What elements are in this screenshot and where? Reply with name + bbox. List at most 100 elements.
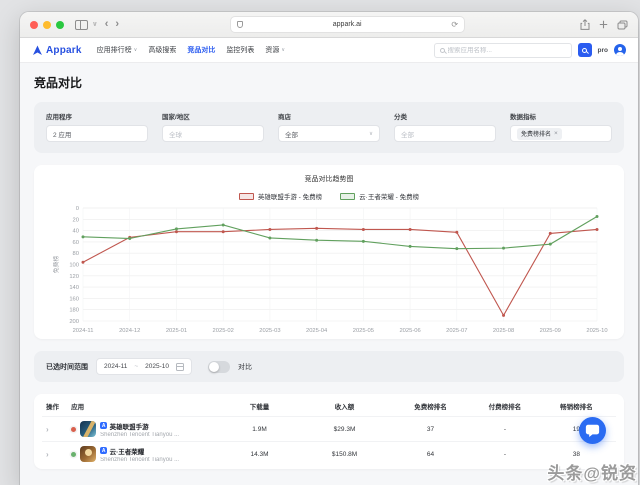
url-text: appark.ai [243,21,451,28]
date-range-picker[interactable]: 2024-11 ~ 2025-10 [96,358,192,375]
browser-window: ∨ ‹ › appark.ai ⟳ Appark [20,12,638,485]
chat-bubble-icon [585,424,600,438]
trend-line-chart[interactable]: 0204060801001201401601802002024-112024-1… [44,203,614,337]
category-input[interactable]: 全部 [394,125,496,142]
grossing-rank-value: 38 [537,451,616,458]
user-avatar[interactable] [614,44,626,56]
app-name[interactable]: 云·王者荣耀 [110,446,145,456]
calendar-icon [176,363,184,371]
data-point[interactable] [502,247,505,250]
appark-logo[interactable]: Appark [32,45,82,56]
app-name[interactable]: 英雄联盟手游 [110,421,149,431]
nav-item-label: 高级搜索 [148,45,176,55]
sidebar-icon[interactable] [75,20,88,30]
close-window-button[interactable] [30,21,38,29]
x-tick-label: 2024-11 [73,328,94,334]
country-input[interactable]: 全球 [162,125,264,142]
zoom-window-button[interactable] [56,21,64,29]
data-point[interactable] [82,261,85,264]
col-header-paid-rank: 付费榜排名 [473,401,537,411]
free-rank-value: 64 [388,451,473,458]
nav-item-competitor-compare[interactable]: 竞品对比 [187,45,215,55]
col-header-revenue: 收入额 [301,401,388,411]
data-point[interactable] [128,237,131,240]
legend-item-lol[interactable]: 英雄联盟手游 - 免费榜 [239,191,322,201]
legend-label: 云·王者荣耀 - 免费榜 [359,191,419,201]
data-point[interactable] [362,228,365,231]
data-point[interactable] [596,215,599,218]
data-point[interactable] [409,228,412,231]
chat-support-button[interactable] [579,417,606,444]
nav-item-resources[interactable]: 资源 ∨ [265,45,285,55]
reload-icon[interactable]: ⟳ [451,20,458,29]
y-tick-label: 0 [76,206,79,212]
data-point[interactable] [222,230,225,233]
y-tick-label: 40 [73,229,79,235]
data-point[interactable] [549,232,552,235]
data-point[interactable] [222,223,225,226]
compare-toggle[interactable] [208,361,230,373]
data-point[interactable] [549,243,552,246]
free-rank-value: 37 [388,426,473,433]
app-publisher: Shenzhen Tencent Tianyou ... [100,457,179,463]
data-point[interactable] [315,227,318,230]
filter-label: 分类 [394,111,496,121]
data-point[interactable] [175,230,178,233]
filter-value: 全部 [285,129,298,139]
paid-rank-value: - [473,451,537,458]
revenue-value: $29.3M [301,426,388,433]
series-line [83,228,597,315]
back-icon[interactable]: ‹ [105,19,109,30]
tab-overview-icon[interactable] [617,20,628,30]
app-icon-cloud-honor-of-kings [80,446,96,462]
data-point[interactable] [409,245,412,248]
data-point[interactable] [175,227,178,230]
watermark: 头条@锐资 [547,459,637,484]
store-select[interactable]: 全部 ∨ [278,125,380,142]
col-header-app: 应用 [71,401,218,411]
nav-item-label: 监控列表 [226,45,254,55]
data-point[interactable] [362,240,365,243]
app-search-box[interactable] [434,43,572,58]
legend-item-wzry[interactable]: 云·王者荣耀 - 免费榜 [340,191,419,201]
address-bar[interactable]: appark.ai ⟳ [230,16,465,33]
expand-row-icon[interactable]: › [46,425,49,434]
new-tab-icon[interactable] [599,20,608,29]
data-point[interactable] [596,228,599,231]
col-header-grossing-rank: 畅销榜排名 [537,401,616,411]
y-tick-label: 60 [73,240,79,246]
start-date: 2024-11 [104,363,127,370]
applications-input[interactable]: 2 应用 [46,125,148,142]
data-point[interactable] [82,235,85,238]
nav-item-rankings[interactable]: 应用排行榜 ∨ [97,45,138,55]
nav-item-advanced-search[interactable]: 高级搜索 [148,45,176,55]
data-point[interactable] [315,239,318,242]
x-tick-label: 2025-08 [493,328,514,334]
date-separator: ~ [134,363,138,370]
filter-value: 全部 [401,129,414,139]
x-tick-label: 2025-02 [213,328,234,334]
nav-item-monitor-list[interactable]: 监控列表 [226,45,254,55]
x-tick-label: 2024-12 [119,328,140,334]
remove-tag-icon[interactable]: × [554,130,558,137]
minimize-window-button[interactable] [43,21,51,29]
appark-logo-icon [32,45,43,56]
data-point[interactable] [268,228,271,231]
col-header-free-rank: 免费榜排名 [388,401,473,411]
data-point[interactable] [455,231,458,234]
data-point[interactable] [268,236,271,239]
metric-input[interactable]: 免费榜排名 × [510,125,612,142]
search-button[interactable] [578,43,592,57]
chevron-down-icon: ∨ [369,131,373,137]
app-search-input[interactable] [448,47,566,54]
expand-row-icon[interactable]: › [46,450,49,459]
filter-metric: 数据指标 免费榜排名 × [510,111,612,142]
share-icon[interactable] [580,19,590,30]
table-row: › A 英雄联盟手游 Shenzhen Tencent Tianyou ... … [42,416,616,441]
data-point[interactable] [502,314,505,317]
pro-badge[interactable]: pro [598,47,608,54]
forward-icon[interactable]: › [115,19,119,30]
sidebar-chevron-icon[interactable]: ∨ [92,21,98,28]
data-point[interactable] [455,247,458,250]
x-tick-label: 2025-03 [259,328,280,334]
